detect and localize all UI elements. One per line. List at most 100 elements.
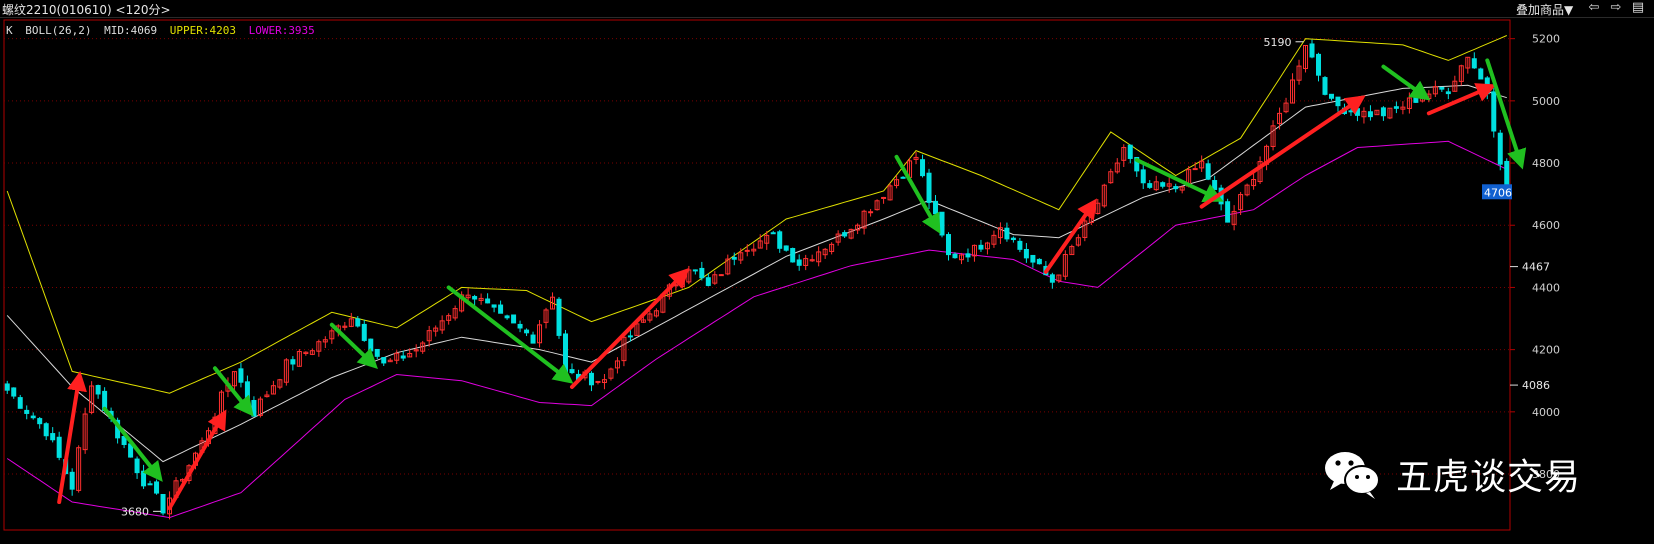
marked-level-label: 4467 (1522, 261, 1550, 274)
red-arrow (569, 267, 690, 389)
candle-down (1017, 240, 1023, 250)
candle-down (939, 211, 945, 236)
candle-down (17, 397, 23, 409)
candle-down (1205, 163, 1211, 180)
candle-down (1484, 77, 1490, 95)
candle-down (511, 314, 517, 324)
candle-down (705, 277, 711, 286)
candle-down (945, 234, 951, 256)
candle-down (1471, 58, 1477, 69)
candle-down (1127, 144, 1133, 159)
candle-down (783, 245, 789, 251)
candle-down (952, 253, 958, 259)
candle-down (290, 359, 296, 365)
y-tick-label: 5200 (1532, 33, 1560, 46)
candle-down (244, 381, 250, 400)
candle-down (1328, 93, 1334, 99)
candle-down (1225, 201, 1231, 223)
candle-down (1030, 254, 1036, 263)
candle-down (1497, 132, 1503, 165)
candle-down (485, 298, 491, 304)
candle-down (692, 269, 698, 272)
candle-down (770, 232, 776, 235)
candle-down (69, 471, 75, 490)
candle-down (1393, 106, 1399, 109)
candle-down (43, 423, 49, 437)
candle-down (1367, 111, 1373, 118)
candle-down (524, 329, 530, 334)
candle-down (361, 323, 367, 341)
candle-down (355, 318, 361, 327)
candle-down (965, 253, 971, 258)
candle-down (900, 176, 906, 179)
boll-lower-line (6, 140, 1508, 519)
watermark: 五虎谈交易 (1320, 448, 1581, 500)
candle-down (11, 387, 17, 397)
candle-down (1049, 274, 1055, 283)
candle-down (95, 385, 101, 395)
candle-down (1491, 91, 1497, 132)
red-arrow (167, 409, 227, 511)
candle-down (1380, 107, 1386, 117)
candle-down (1160, 182, 1166, 187)
candle-down (842, 232, 848, 237)
y-tick-label: 4200 (1532, 344, 1560, 357)
candle-down (1004, 227, 1010, 240)
candle-down (1348, 110, 1354, 113)
y-tick-label: 4800 (1532, 157, 1560, 170)
y-tick-label: 4600 (1532, 219, 1560, 232)
candle-down (1316, 53, 1322, 76)
candle-up (881, 196, 887, 199)
trend-arrows (57, 58, 1527, 511)
candle-down (1309, 43, 1315, 58)
candle-down (1010, 237, 1016, 241)
extreme-price-label: 5190 (1264, 36, 1292, 49)
candle-down (1173, 186, 1179, 190)
y-tick-label: 4000 (1532, 406, 1560, 419)
candle-down (134, 458, 140, 474)
candle-down (530, 334, 536, 344)
candle-down (563, 333, 569, 373)
candle-down (1023, 248, 1029, 259)
y-tick-label: 4400 (1532, 281, 1560, 294)
candle-down (1036, 258, 1042, 265)
candle-down (569, 369, 575, 374)
green-arrow (102, 406, 163, 482)
candle-down (796, 259, 802, 266)
candle-down (517, 323, 523, 329)
candle-down (30, 415, 36, 419)
boll-mid-line (6, 84, 1507, 463)
watermark-text: 五虎谈交易 (1396, 457, 1582, 498)
candle-down (920, 159, 926, 177)
candle-down (933, 200, 939, 215)
candle-down (472, 296, 478, 300)
candle-up (595, 380, 601, 383)
candles (4, 39, 1510, 520)
wechat-icon (1325, 452, 1380, 499)
y-tick-label: 5000 (1532, 95, 1560, 108)
extreme-price-label: 3680 (121, 505, 149, 518)
candle-down (790, 248, 796, 263)
candle-down (56, 436, 62, 458)
candle-down (1335, 96, 1341, 107)
candle-down (1478, 68, 1484, 80)
candle-down (491, 304, 497, 308)
candle-down (1212, 180, 1218, 190)
grid-lines (3, 19, 1511, 531)
candle-down (978, 244, 984, 250)
red-arrow (57, 370, 87, 505)
candle-down (374, 348, 380, 357)
plot-frame (3, 19, 1511, 531)
candle-down (1445, 91, 1451, 95)
candle-up (868, 211, 874, 214)
candle-down (556, 298, 562, 336)
candle-down (504, 315, 510, 319)
candle-down (1140, 169, 1146, 184)
boll-bands (6, 35, 1508, 519)
marked-level-label: 4086 (1522, 379, 1550, 392)
candle-down (141, 470, 147, 487)
candle-down (37, 418, 43, 425)
candle-down (50, 433, 56, 441)
candle-down (238, 368, 244, 383)
candle-down (627, 335, 633, 338)
